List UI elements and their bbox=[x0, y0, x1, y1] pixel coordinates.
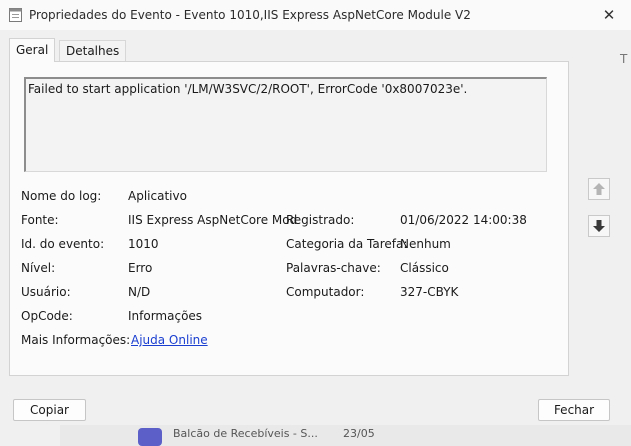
close-icon[interactable]: ✕ bbox=[598, 4, 620, 26]
keywords-label: Palavras-chave: bbox=[286, 261, 381, 275]
background-chat-title: Balcão de Recebíveis - S... bbox=[173, 427, 318, 440]
title-bar: Propriedades do Evento - Evento 1010,IIS… bbox=[0, 0, 631, 30]
opcode-value: Informações bbox=[128, 309, 203, 323]
logged-label: Registrado: bbox=[286, 213, 355, 227]
tab-geral[interactable]: Geral bbox=[9, 38, 56, 62]
user-value: N/D bbox=[128, 285, 151, 299]
keywords-value: Clássico bbox=[400, 261, 449, 275]
opcode-label: OpCode: bbox=[21, 309, 73, 323]
task-category-value: Nenhum bbox=[400, 237, 451, 251]
event-viewer-icon bbox=[9, 8, 22, 22]
teams-app-icon bbox=[138, 428, 162, 446]
log-name-label: Nome do log: bbox=[21, 189, 102, 203]
log-name-value: Aplicativo bbox=[128, 189, 187, 203]
logged-value: 01/06/2022 14:00:38 bbox=[400, 213, 527, 227]
event-id-value: 1010 bbox=[128, 237, 159, 251]
computer-value: 327-CBYK bbox=[400, 285, 459, 299]
general-panel: Failed to start application '/LM/W3SVC/2… bbox=[9, 61, 569, 376]
online-help-link[interactable]: Ajuda Online bbox=[131, 333, 208, 347]
event-message-box[interactable]: Failed to start application '/LM/W3SVC/2… bbox=[24, 77, 547, 172]
level-value: Erro bbox=[128, 261, 153, 275]
event-id-label: Id. do evento: bbox=[21, 237, 105, 251]
more-info-label: Mais Informações: bbox=[21, 333, 131, 347]
source-label: Fonte: bbox=[21, 213, 59, 227]
task-category-label: Categoria da Tarefa: bbox=[286, 237, 408, 251]
background-window-edge: T bbox=[620, 52, 628, 66]
background-chat-date: 23/05 bbox=[343, 427, 375, 440]
previous-event-button[interactable] bbox=[588, 178, 610, 200]
close-button[interactable]: Fechar bbox=[538, 399, 610, 421]
background-taskbar-strip: Balcão de Recebíveis - S... 23/05 bbox=[60, 425, 631, 446]
next-event-button[interactable] bbox=[588, 215, 610, 237]
computer-label: Computador: bbox=[286, 285, 365, 299]
user-label: Usuário: bbox=[21, 285, 71, 299]
level-label: Nível: bbox=[21, 261, 56, 275]
source-value: IIS Express AspNetCore Mod bbox=[128, 213, 298, 227]
tab-detalhes[interactable]: Detalhes bbox=[59, 40, 127, 61]
window-title: Propriedades do Evento - Evento 1010,IIS… bbox=[29, 8, 471, 22]
copy-button[interactable]: Copiar bbox=[13, 399, 86, 421]
